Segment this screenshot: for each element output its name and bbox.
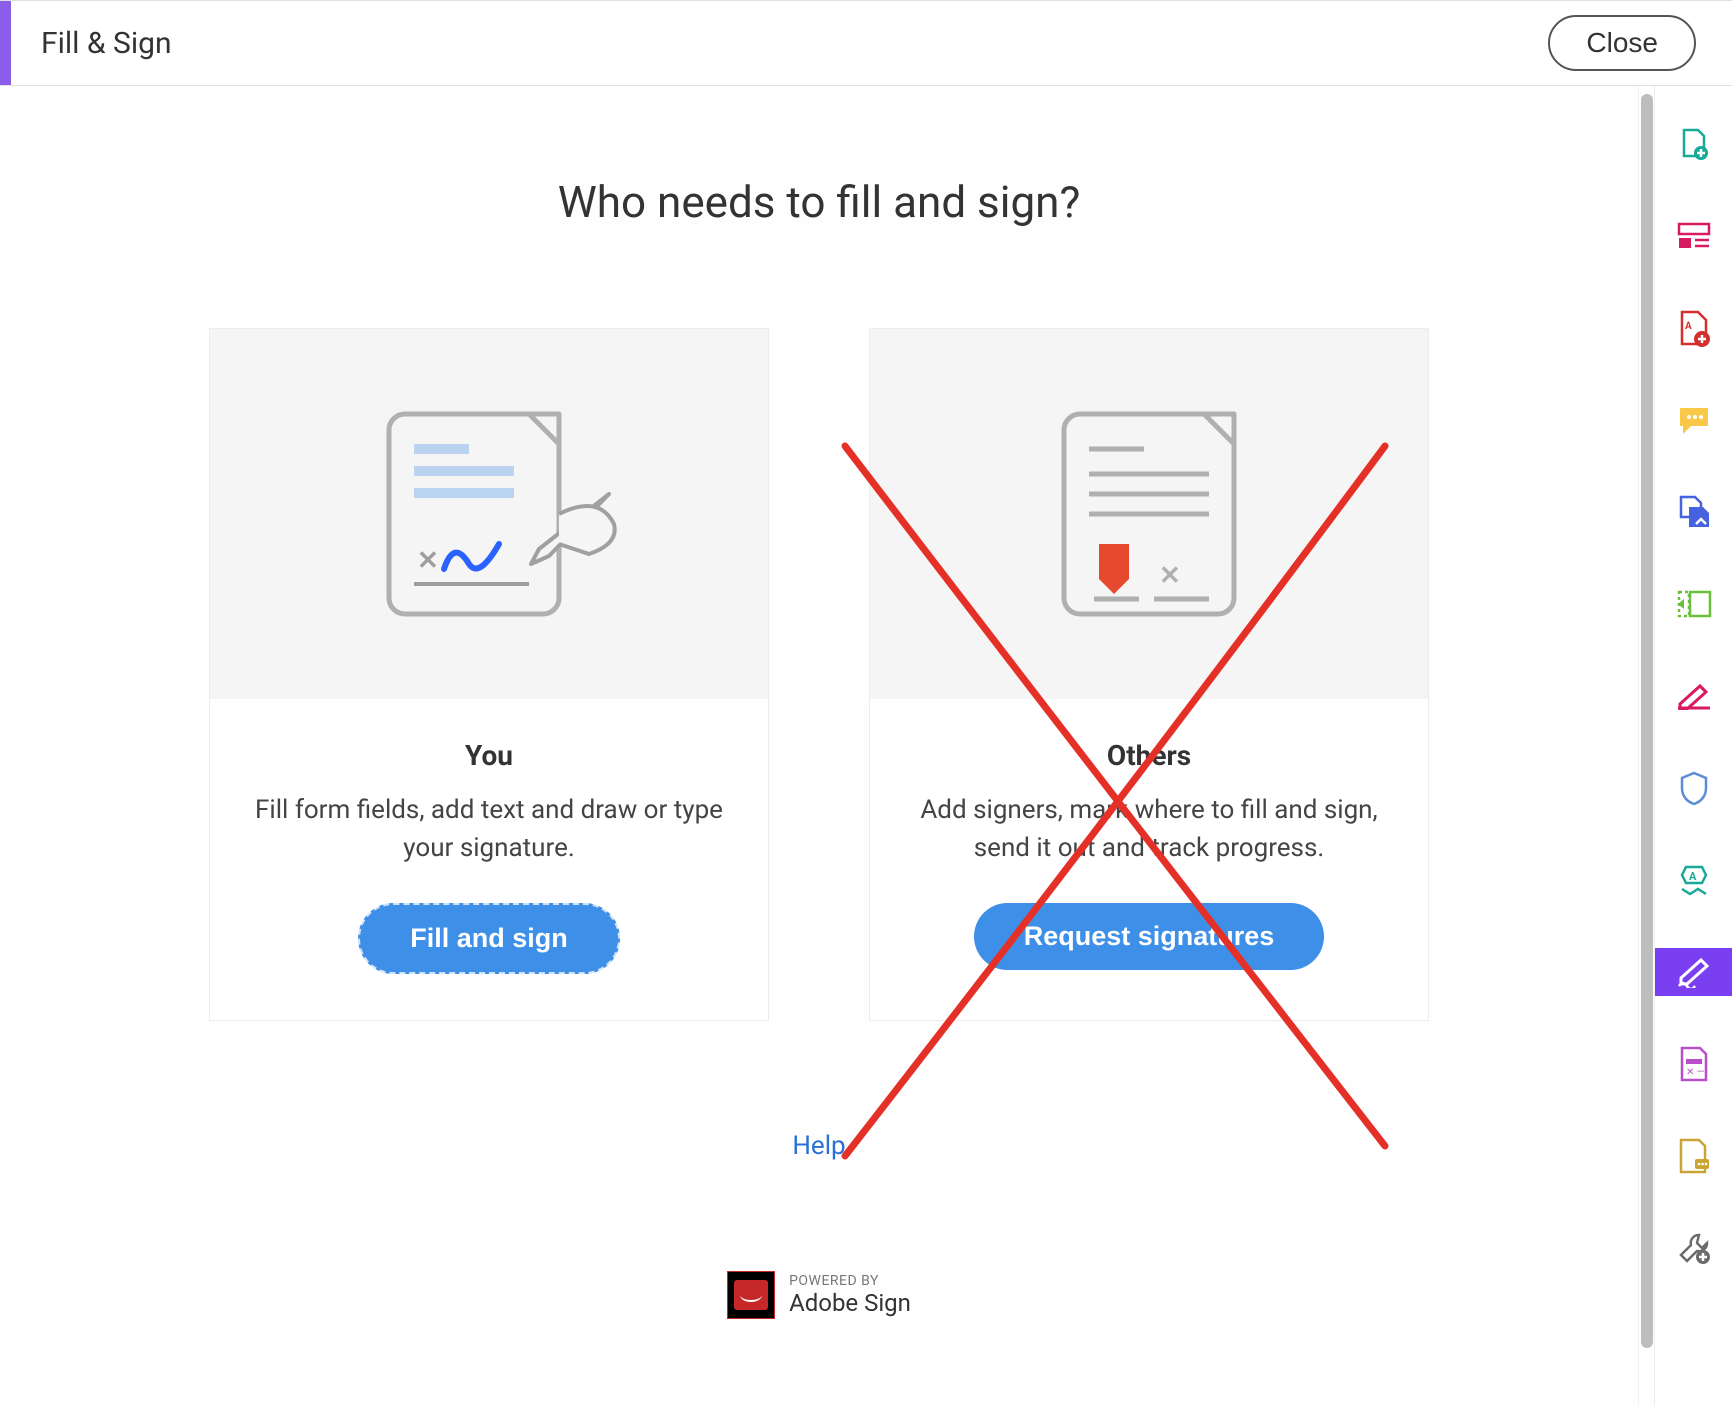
- cards-row: ✕ You Fill form fields, add text and dra…: [0, 328, 1638, 1021]
- protect-icon[interactable]: [1655, 764, 1732, 812]
- fill-and-sign-button[interactable]: Fill and sign: [358, 903, 620, 974]
- compress-icon[interactable]: [1655, 580, 1732, 628]
- help-link[interactable]: Help: [0, 1131, 1638, 1161]
- fill-sign-icon[interactable]: [1655, 948, 1732, 996]
- powered-brand: Adobe Sign: [789, 1290, 911, 1316]
- request-document-icon: ✕: [1039, 394, 1259, 634]
- card-you-illustration: ✕: [210, 329, 768, 699]
- card-you-content: You Fill form fields, add text and draw …: [210, 699, 768, 1020]
- close-button[interactable]: Close: [1548, 15, 1696, 71]
- card-others[interactable]: ✕ Others Add signers, mark where to fill…: [869, 328, 1429, 1021]
- svg-text:A: A: [1689, 870, 1697, 883]
- more-tools-icon[interactable]: [1655, 1224, 1732, 1272]
- header-title: Fill & Sign: [41, 26, 172, 61]
- header-bar: Fill & Sign Close: [0, 0, 1732, 86]
- card-you-title: You: [240, 739, 738, 772]
- svg-text:A: A: [1685, 321, 1692, 332]
- sign-document-icon: ✕: [359, 394, 619, 634]
- tools-sidebar: A A: [1654, 86, 1732, 1406]
- svg-text:✕: ✕: [1159, 561, 1181, 591]
- powered-by: POWERED BY Adobe Sign: [0, 1271, 1638, 1319]
- card-others-desc: Add signers, mark where to fill and sign…: [900, 792, 1398, 867]
- accent-bar: [0, 1, 11, 85]
- card-you-desc: Fill form fields, add text and draw or t…: [240, 792, 738, 867]
- svg-text:✕ —: ✕ —: [1686, 1067, 1705, 1078]
- create-pdf-icon[interactable]: A: [1655, 304, 1732, 352]
- redact-icon[interactable]: ✕ —: [1655, 1040, 1732, 1088]
- powered-label: POWERED BY: [789, 1274, 911, 1289]
- stamp-icon[interactable]: A: [1655, 856, 1732, 904]
- header-left: Fill & Sign: [0, 1, 172, 85]
- powered-text: POWERED BY Adobe Sign: [789, 1274, 911, 1316]
- card-others-illustration: ✕: [870, 329, 1428, 699]
- combine-icon[interactable]: [1655, 488, 1732, 536]
- svg-text:✕: ✕: [417, 546, 439, 576]
- comment-icon[interactable]: [1655, 396, 1732, 444]
- page-title: Who needs to fill and sign?: [0, 176, 1638, 228]
- card-others-content: Others Add signers, mark where to fill a…: [870, 699, 1428, 1016]
- card-others-title: Others: [900, 739, 1398, 772]
- organize-icon[interactable]: [1655, 212, 1732, 260]
- scrollbar-thumb[interactable]: [1641, 94, 1653, 1348]
- export-pdf-icon[interactable]: [1655, 120, 1732, 168]
- edit-icon[interactable]: [1655, 672, 1732, 720]
- send-for-comments-icon[interactable]: [1655, 1132, 1732, 1180]
- scrollbar[interactable]: [1638, 86, 1654, 1406]
- main-content: Who needs to fill and sign? ✕: [0, 86, 1638, 1406]
- request-signatures-button[interactable]: Request signatures: [974, 903, 1325, 970]
- card-you[interactable]: ✕ You Fill form fields, add text and dra…: [209, 328, 769, 1021]
- adobe-sign-badge-icon: [727, 1271, 775, 1319]
